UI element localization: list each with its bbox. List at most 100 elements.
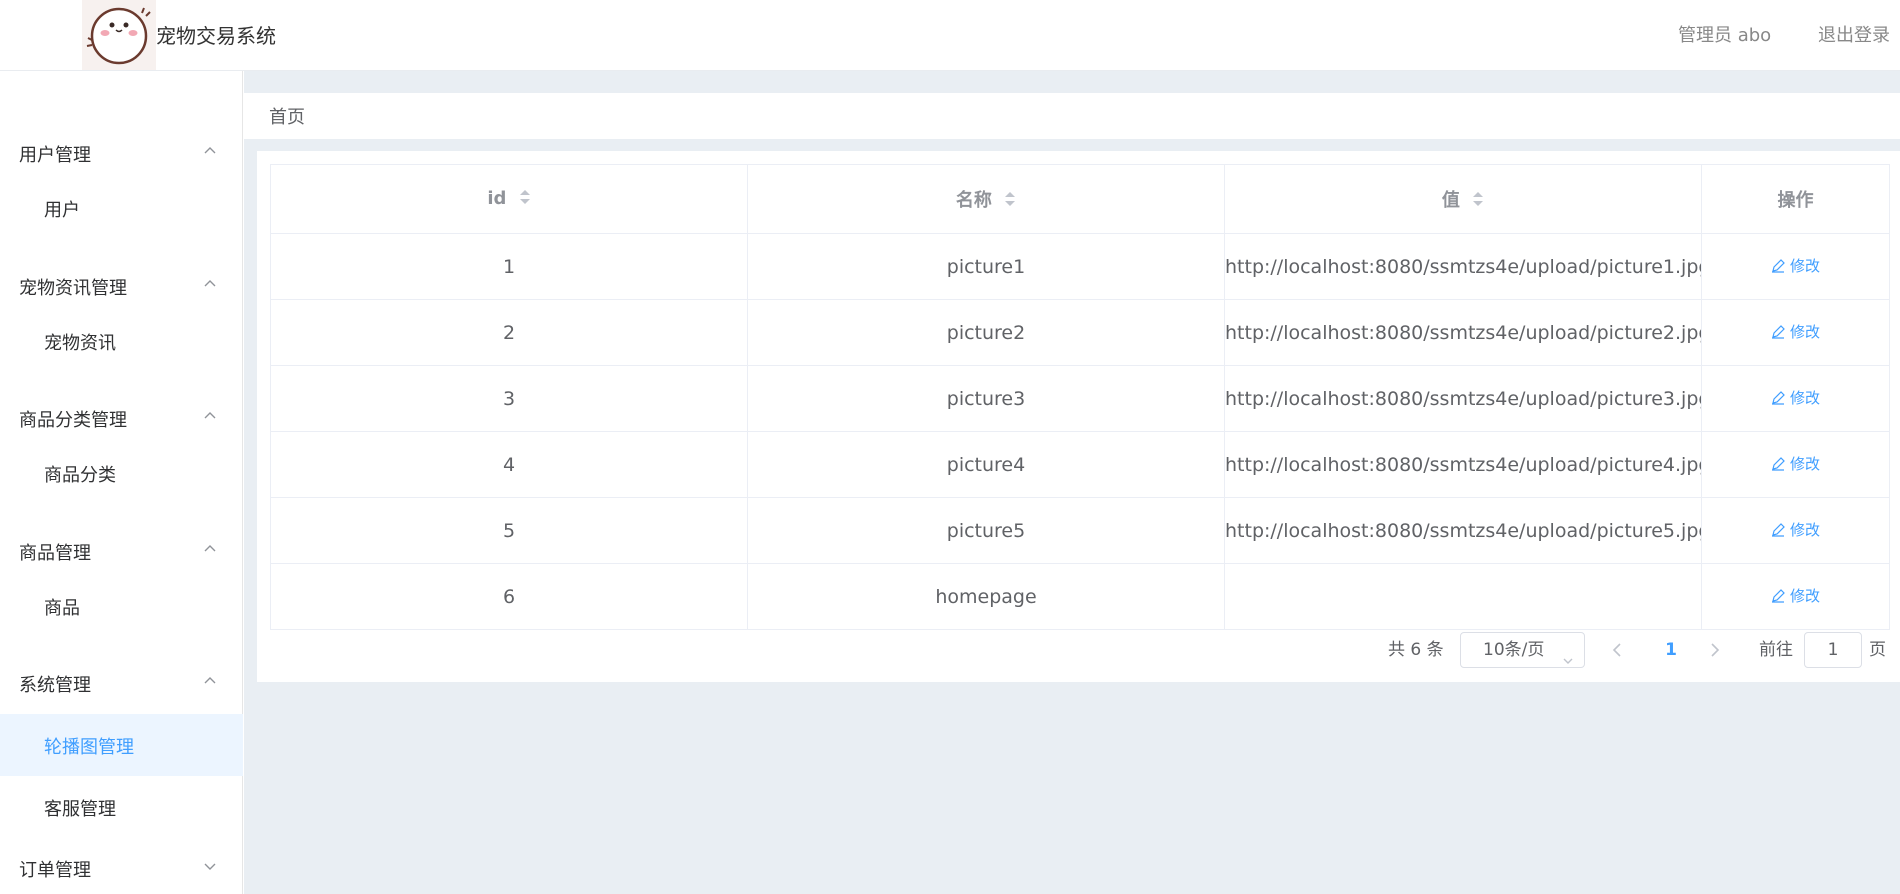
cell-name: homepage: [747, 563, 1225, 630]
breadcrumb[interactable]: 首页: [269, 103, 305, 129]
breadcrumb-bar: 首页: [244, 93, 1900, 139]
column-header-actions: 操作: [1701, 164, 1890, 234]
edit-icon: [1771, 456, 1785, 471]
next-page-button[interactable]: [1705, 632, 1725, 668]
cell-name: picture5: [747, 497, 1225, 564]
sidebar-item-users[interactable]: 用户: [0, 177, 243, 239]
menu-group-category-management[interactable]: 商品分类管理: [0, 394, 243, 442]
cell-id: 4: [270, 431, 748, 498]
edit-button[interactable]: 修改: [1771, 453, 1820, 474]
cell-name: picture1: [747, 233, 1225, 300]
main-content: 首页 id 名称 值 操作 1 picture1 http://localhos…: [244, 71, 1900, 894]
sidebar-item-label: 轮播图管理: [44, 737, 134, 758]
column-header-id[interactable]: id: [270, 164, 748, 234]
edit-label: 修改: [1789, 257, 1820, 276]
column-header-label: 操作: [1777, 190, 1814, 211]
column-header-value[interactable]: 值: [1224, 164, 1702, 234]
page-number-current[interactable]: 1: [1659, 632, 1683, 668]
logout-button[interactable]: 退出登录: [1818, 21, 1890, 47]
table-row: 6 homepage 修改: [270, 563, 1890, 630]
cell-value: http://localhost:8080/ssmtzs4e/upload/pi…: [1224, 299, 1702, 366]
chevron-up-icon: [204, 278, 216, 290]
cell-value: http://localhost:8080/ssmtzs4e/upload/pi…: [1224, 233, 1702, 300]
menu-group-label: 订单管理: [19, 860, 91, 881]
edit-icon: [1771, 522, 1785, 537]
sidebar-item-products[interactable]: 商品: [0, 575, 243, 637]
app-logo: [82, 0, 156, 70]
sidebar-item-carousel[interactable]: 轮播图管理: [0, 714, 243, 776]
cell-value: [1224, 563, 1702, 630]
page-unit-label: 页: [1869, 640, 1886, 660]
menu-group-order-management[interactable]: 订单管理: [0, 844, 243, 892]
sidebar-item-label: 客服管理: [44, 799, 116, 820]
column-header-label: 名称: [955, 190, 992, 211]
cell-id: 3: [270, 365, 748, 432]
table-header-row: id 名称 值 操作: [270, 164, 1890, 234]
top-header: 宠物交易系统 管理员 abo 退出登录: [0, 0, 1900, 71]
chevron-down-icon: [204, 860, 216, 872]
table-row: 3 picture3 http://localhost:8080/ssmtzs4…: [270, 365, 1890, 432]
menu-group-label: 宠物资讯管理: [19, 278, 127, 299]
cell-value: http://localhost:8080/ssmtzs4e/upload/pi…: [1224, 365, 1702, 432]
edit-button[interactable]: 修改: [1771, 255, 1820, 276]
cell-actions: 修改: [1701, 497, 1890, 564]
cell-actions: 修改: [1701, 299, 1890, 366]
edit-label: 修改: [1789, 521, 1820, 540]
cell-id: 1: [270, 233, 748, 300]
cell-name: picture3: [747, 365, 1225, 432]
sidebar-menu: 用户管理 用户 宠物资讯管理 宠物资讯 商品分类管理 商品分类 商品管理 商品 …: [0, 71, 243, 894]
edit-button[interactable]: 修改: [1771, 321, 1820, 342]
edit-label: 修改: [1789, 455, 1820, 474]
edit-button[interactable]: 修改: [1771, 585, 1820, 606]
table-card: id 名称 值 操作 1 picture1 http://localhost:8…: [257, 151, 1900, 682]
menu-group-pet-news-management[interactable]: 宠物资讯管理: [0, 262, 243, 310]
app-title: 宠物交易系统: [156, 24, 276, 48]
column-header-name[interactable]: 名称: [747, 164, 1225, 234]
chevron-up-icon: [204, 410, 216, 422]
cell-id: 5: [270, 497, 748, 564]
cell-value: http://localhost:8080/ssmtzs4e/upload/pi…: [1224, 497, 1702, 564]
prev-page-button[interactable]: [1607, 632, 1627, 668]
edit-icon: [1771, 588, 1785, 603]
sidebar-item-categories[interactable]: 商品分类: [0, 442, 243, 504]
edit-icon: [1771, 390, 1785, 405]
edit-icon: [1771, 324, 1785, 339]
sidebar-item-customer-service[interactable]: 客服管理: [0, 776, 243, 838]
sidebar-item-label: 宠物资讯: [44, 333, 116, 354]
cell-id: 6: [270, 563, 748, 630]
sort-icon[interactable]: [519, 189, 531, 210]
menu-group-label: 商品分类管理: [19, 410, 127, 431]
menu-group-product-management[interactable]: 商品管理: [0, 527, 243, 575]
sidebar-item-label: 商品分类: [44, 465, 116, 486]
column-header-label: 值: [1441, 190, 1460, 211]
page-size-select[interactable]: 10条/页: [1460, 632, 1585, 668]
menu-group-label: 系统管理: [19, 675, 91, 696]
edit-icon: [1771, 258, 1785, 273]
edit-button[interactable]: 修改: [1771, 519, 1820, 540]
edit-label: 修改: [1789, 389, 1820, 408]
menu-group-system-management[interactable]: 系统管理: [0, 659, 243, 707]
cell-actions: 修改: [1701, 233, 1890, 300]
cell-name: picture4: [747, 431, 1225, 498]
sort-icon[interactable]: [1004, 191, 1016, 212]
edit-button[interactable]: 修改: [1771, 387, 1820, 408]
table-row: 2 picture2 http://localhost:8080/ssmtzs4…: [270, 299, 1890, 366]
cell-name: picture2: [747, 299, 1225, 366]
sort-icon[interactable]: [1472, 191, 1484, 212]
chevron-up-icon: [204, 675, 216, 687]
chevron-right-icon: [1711, 643, 1720, 657]
chevron-up-icon: [204, 543, 216, 555]
menu-group-user-management[interactable]: 用户管理: [0, 129, 243, 177]
table-row: 5 picture5 http://localhost:8080/ssmtzs4…: [270, 497, 1890, 564]
chevron-down-icon: [1562, 645, 1574, 679]
goto-page-input[interactable]: [1804, 632, 1862, 668]
edit-label: 修改: [1789, 587, 1820, 606]
sidebar-item-label: 商品: [44, 598, 80, 619]
menu-group-label: 用户管理: [19, 145, 91, 166]
cell-actions: 修改: [1701, 563, 1890, 630]
sidebar-item-pet-news[interactable]: 宠物资讯: [0, 310, 243, 372]
table-row: 1 picture1 http://localhost:8080/ssmtzs4…: [270, 233, 1890, 300]
data-table: id 名称 值 操作 1 picture1 http://localhost:8…: [270, 164, 1890, 630]
column-header-label: id: [487, 188, 507, 210]
cell-actions: 修改: [1701, 431, 1890, 498]
